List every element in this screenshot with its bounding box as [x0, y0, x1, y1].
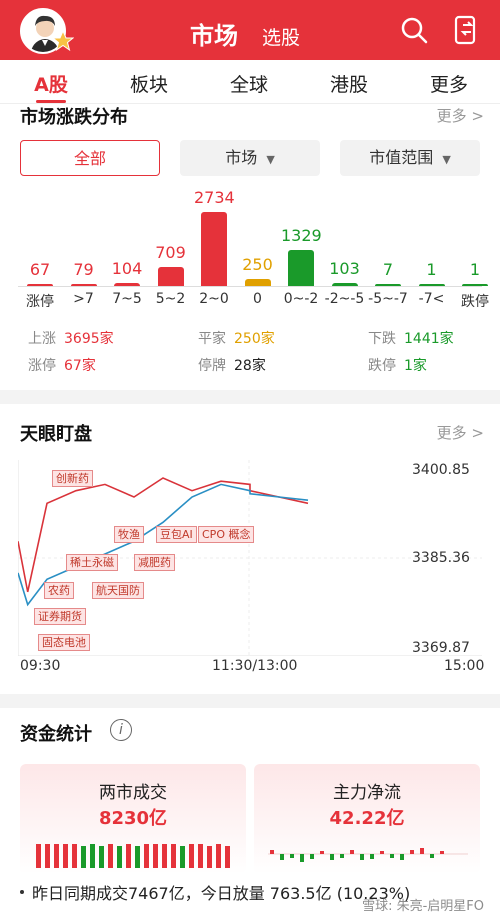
chevron-down-icon: ▼ — [266, 153, 275, 166]
filter-market[interactable]: 市场 ▼ — [180, 140, 320, 176]
y-axis-mid: 3385.36 — [412, 550, 470, 566]
distribution-bar-value: 2734 — [194, 188, 235, 207]
y-axis-low: 3369.87 — [412, 640, 470, 656]
suspended-label: 停牌 — [198, 358, 226, 374]
distribution-more-link[interactable]: 更多 > — [437, 105, 484, 126]
event-tag[interactable]: CPO 概念 — [198, 526, 255, 543]
distribution-category-label: 0~-2 — [283, 291, 319, 307]
distribution-category-label: -2~-5 — [324, 291, 365, 307]
watermark: 雪球: 朱亮-启明星FO — [362, 899, 484, 914]
distribution-bar-value: 1 — [469, 260, 481, 279]
distribution-category-label: 7~5 — [112, 291, 142, 307]
filter-all[interactable]: 全部 — [20, 140, 160, 176]
up-value: 3695家 — [64, 331, 114, 347]
down-label: 下跌 — [368, 331, 396, 347]
flat-label: 平家 — [198, 331, 226, 347]
filter-market-cap[interactable]: 市值范围 ▼ — [340, 140, 480, 176]
main-flow-label: 主力净流 — [333, 783, 401, 803]
event-tag[interactable]: 稀土永磁 — [66, 554, 118, 571]
turnover-minibars — [36, 844, 230, 868]
distribution-category-label: 涨停 — [26, 294, 54, 310]
tianyan-more-link[interactable]: 更多 > — [437, 422, 484, 443]
distribution-bar — [244, 279, 271, 286]
main-flow-card[interactable]: 主力净流 42.22亿 — [254, 764, 480, 874]
suspended-value: 28家 — [234, 358, 266, 374]
limit-up-label: 涨停 — [28, 358, 56, 374]
page-title: 市场 — [190, 22, 238, 50]
distribution-title: 市场涨跌分布 — [20, 107, 128, 128]
distribution-bar — [288, 250, 314, 286]
event-tag[interactable]: 证券期货 — [34, 608, 86, 625]
limit-up-value: 67家 — [64, 358, 96, 374]
event-tag[interactable]: 固态电池 — [38, 634, 90, 651]
distribution-category-label: 2~0 — [199, 291, 229, 307]
turnover-label: 两市成交 — [99, 783, 167, 803]
distribution-bar-value: 709 — [155, 243, 186, 262]
down-value: 1441家 — [404, 331, 454, 347]
turnover-value: 8230亿 — [98, 808, 168, 829]
distribution-category-label: 跌停 — [461, 294, 489, 310]
limit-down-value: 1家 — [404, 358, 427, 374]
event-tag[interactable]: 减肥药 — [134, 554, 175, 571]
tianyan-title: 天眼盯盘 — [20, 424, 92, 445]
event-tag[interactable]: 农药 — [44, 582, 74, 599]
limit-down-label: 跌停 — [368, 358, 396, 374]
main-flow-minibars — [268, 848, 468, 862]
main-flow-value: 42.22亿 — [329, 808, 405, 829]
distribution-bar-value: 1 — [426, 260, 437, 279]
distribution-category-label: >7 — [73, 291, 94, 307]
distribution-bar-value: 104 — [111, 259, 143, 278]
distribution-category-label: -5~-7 — [368, 291, 408, 307]
filter-market-label: 市场 — [225, 148, 258, 167]
funds-title: 资金统计 — [20, 724, 92, 745]
x-axis-end: 15:00 — [444, 658, 485, 674]
event-tag[interactable]: 豆包AI — [156, 526, 197, 543]
distribution-bar-value: 103 — [329, 259, 360, 278]
x-axis-start: 09:30 — [20, 658, 61, 674]
chevron-down-icon: ▼ — [442, 153, 451, 166]
distribution-bar-value: 67 — [29, 260, 51, 279]
distribution-bar-value: 1329 — [281, 226, 322, 245]
distribution-bar — [201, 212, 227, 286]
market-tabs: A股 板块 全球 港股 更多 — [0, 60, 500, 104]
vip-star-icon — [52, 30, 74, 52]
event-tag[interactable]: 航天国防 — [92, 582, 144, 599]
distribution-bar-value: 250 — [242, 255, 273, 274]
flat-value: 250家 — [234, 331, 275, 347]
y-axis-high: 3400.85 — [412, 462, 470, 478]
event-tag[interactable]: 牧渔 — [114, 526, 144, 543]
phone-switch-icon[interactable] — [450, 14, 482, 46]
distribution-category-label: 0 — [253, 291, 262, 307]
event-tag[interactable]: 创新药 — [52, 470, 93, 487]
bullet-dot — [20, 890, 24, 894]
stock-picker-link[interactable]: 选股 — [262, 23, 300, 50]
chart-baseline — [18, 286, 482, 287]
distribution-category-label: -7< — [418, 291, 445, 307]
distribution-bar — [157, 267, 184, 286]
turnover-card[interactable]: 两市成交 8230亿 — [20, 764, 246, 874]
tab-more[interactable]: 更多 — [414, 70, 484, 97]
up-label: 上涨 — [28, 331, 56, 347]
tab-hk[interactable]: 港股 — [314, 70, 384, 97]
top-header: 市场 选股 — [0, 0, 500, 60]
tab-a-shares[interactable]: A股 — [16, 70, 86, 97]
volume-comparison-text: 昨日同期成交7467亿，今日放量 763.5亿 (10.23%) — [32, 884, 411, 903]
distribution-category-label: 5~2 — [155, 291, 186, 307]
search-icon[interactable] — [398, 14, 430, 46]
tab-sectors[interactable]: 板块 — [114, 70, 184, 97]
distribution-bar-value: 7 — [382, 260, 394, 279]
tab-global[interactable]: 全球 — [214, 70, 284, 97]
x-axis-mid: 11:30/13:00 — [212, 658, 298, 674]
filter-market-cap-label: 市值范围 — [369, 148, 434, 167]
info-icon[interactable]: i — [110, 719, 132, 741]
distribution-bar-value: 79 — [73, 260, 94, 279]
